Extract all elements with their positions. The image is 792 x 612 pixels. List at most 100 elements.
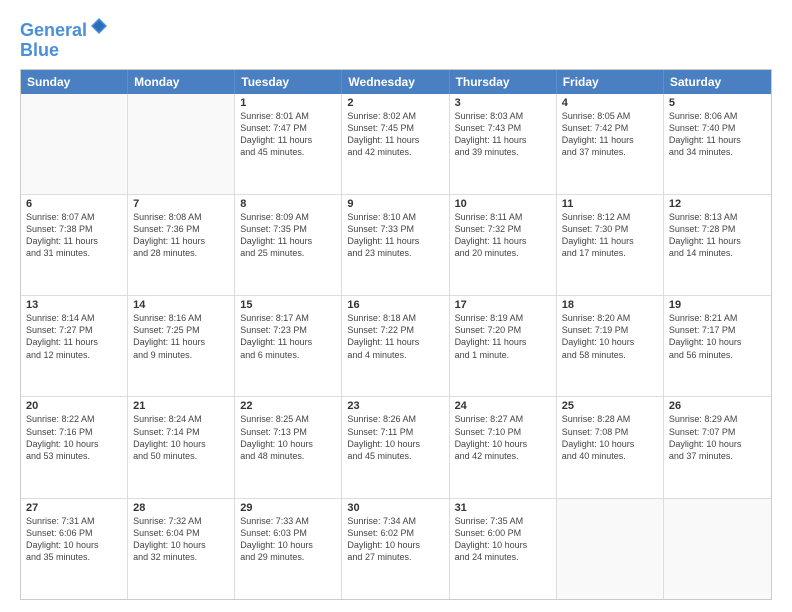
calendar-cell: 19Sunrise: 8:21 AMSunset: 7:17 PMDayligh… (664, 296, 771, 396)
cell-line: Sunrise: 8:27 AM (455, 413, 551, 425)
cell-line: Daylight: 11 hours (455, 235, 551, 247)
cell-line: Sunset: 7:13 PM (240, 426, 336, 438)
cell-line: Sunrise: 8:02 AM (347, 110, 443, 122)
cell-line: Sunset: 6:04 PM (133, 527, 229, 539)
cell-line: Daylight: 11 hours (133, 235, 229, 247)
day-number: 21 (133, 400, 229, 412)
cell-line: Daylight: 10 hours (455, 438, 551, 450)
day-number: 13 (26, 299, 122, 311)
cell-line: Sunrise: 8:07 AM (26, 211, 122, 223)
cell-line: and 14 minutes. (669, 247, 766, 259)
calendar-cell: 5Sunrise: 8:06 AMSunset: 7:40 PMDaylight… (664, 94, 771, 194)
cell-line: and 34 minutes. (669, 146, 766, 158)
cell-line: Sunrise: 7:33 AM (240, 515, 336, 527)
weekday-header: Saturday (664, 70, 771, 94)
weekday-header: Friday (557, 70, 664, 94)
day-number: 25 (562, 400, 658, 412)
cell-line: Daylight: 11 hours (26, 336, 122, 348)
cell-line: and 12 minutes. (26, 349, 122, 361)
cell-line: and 27 minutes. (347, 551, 443, 563)
calendar-cell: 18Sunrise: 8:20 AMSunset: 7:19 PMDayligh… (557, 296, 664, 396)
calendar-cell: 31Sunrise: 7:35 AMSunset: 6:00 PMDayligh… (450, 499, 557, 599)
cell-line: Daylight: 11 hours (26, 235, 122, 247)
cell-line: Sunset: 7:14 PM (133, 426, 229, 438)
calendar-cell: 10Sunrise: 8:11 AMSunset: 7:32 PMDayligh… (450, 195, 557, 295)
calendar: SundayMondayTuesdayWednesdayThursdayFrid… (20, 69, 772, 600)
cell-line: Daylight: 10 hours (347, 438, 443, 450)
weekday-header: Thursday (450, 70, 557, 94)
cell-line: Daylight: 11 hours (133, 336, 229, 348)
calendar-cell: 11Sunrise: 8:12 AMSunset: 7:30 PMDayligh… (557, 195, 664, 295)
cell-line: and 32 minutes. (133, 551, 229, 563)
cell-line: Sunrise: 8:28 AM (562, 413, 658, 425)
cell-line: Sunset: 7:45 PM (347, 122, 443, 134)
day-number: 23 (347, 400, 443, 412)
cell-line: and 29 minutes. (240, 551, 336, 563)
cell-line: Sunrise: 8:09 AM (240, 211, 336, 223)
cell-line: Daylight: 10 hours (240, 539, 336, 551)
calendar-cell: 16Sunrise: 8:18 AMSunset: 7:22 PMDayligh… (342, 296, 449, 396)
day-number: 5 (669, 97, 766, 109)
cell-line: and 24 minutes. (455, 551, 551, 563)
cell-line: Sunrise: 8:18 AM (347, 312, 443, 324)
cell-line: Daylight: 10 hours (455, 539, 551, 551)
cell-line: and 23 minutes. (347, 247, 443, 259)
cell-line: Daylight: 11 hours (455, 336, 551, 348)
weekday-header: Tuesday (235, 70, 342, 94)
cell-line: and 25 minutes. (240, 247, 336, 259)
day-number: 8 (240, 198, 336, 210)
day-number: 15 (240, 299, 336, 311)
day-number: 29 (240, 502, 336, 514)
cell-line: Daylight: 10 hours (347, 539, 443, 551)
calendar-cell: 27Sunrise: 7:31 AMSunset: 6:06 PMDayligh… (21, 499, 128, 599)
day-number: 20 (26, 400, 122, 412)
cell-line: Sunset: 7:22 PM (347, 324, 443, 336)
cell-line: and 28 minutes. (133, 247, 229, 259)
cell-line: Sunset: 7:32 PM (455, 223, 551, 235)
calendar-cell: 26Sunrise: 8:29 AMSunset: 7:07 PMDayligh… (664, 397, 771, 497)
day-number: 16 (347, 299, 443, 311)
day-number: 26 (669, 400, 766, 412)
cell-line: Sunset: 7:19 PM (562, 324, 658, 336)
cell-line: Sunset: 7:40 PM (669, 122, 766, 134)
cell-line: Daylight: 11 hours (455, 134, 551, 146)
day-number: 12 (669, 198, 766, 210)
cell-line: Sunrise: 8:25 AM (240, 413, 336, 425)
cell-line: Sunset: 7:16 PM (26, 426, 122, 438)
cell-line: Sunset: 7:42 PM (562, 122, 658, 134)
day-number: 11 (562, 198, 658, 210)
cell-line: Sunset: 7:17 PM (669, 324, 766, 336)
calendar-cell: 2Sunrise: 8:02 AMSunset: 7:45 PMDaylight… (342, 94, 449, 194)
header: General Blue (20, 16, 772, 61)
cell-line: Sunrise: 8:17 AM (240, 312, 336, 324)
day-number: 24 (455, 400, 551, 412)
calendar-cell (128, 94, 235, 194)
cell-line: Sunset: 7:08 PM (562, 426, 658, 438)
cell-line: Daylight: 10 hours (562, 336, 658, 348)
cell-line: Sunrise: 8:10 AM (347, 211, 443, 223)
cell-line: Sunrise: 8:08 AM (133, 211, 229, 223)
calendar-cell: 22Sunrise: 8:25 AMSunset: 7:13 PMDayligh… (235, 397, 342, 497)
calendar-cell: 6Sunrise: 8:07 AMSunset: 7:38 PMDaylight… (21, 195, 128, 295)
day-number: 10 (455, 198, 551, 210)
cell-line: Sunset: 7:10 PM (455, 426, 551, 438)
cell-line: and 50 minutes. (133, 450, 229, 462)
cell-line: Sunset: 7:30 PM (562, 223, 658, 235)
weekday-header: Wednesday (342, 70, 449, 94)
calendar-cell: 21Sunrise: 8:24 AMSunset: 7:14 PMDayligh… (128, 397, 235, 497)
cell-line: and 45 minutes. (240, 146, 336, 158)
cell-line: Sunrise: 8:12 AM (562, 211, 658, 223)
cell-line: Sunset: 7:20 PM (455, 324, 551, 336)
cell-line: Sunset: 7:27 PM (26, 324, 122, 336)
cell-line: Sunrise: 7:32 AM (133, 515, 229, 527)
calendar-week-row: 6Sunrise: 8:07 AMSunset: 7:38 PMDaylight… (21, 194, 771, 295)
cell-line: Daylight: 11 hours (562, 134, 658, 146)
calendar-header: SundayMondayTuesdayWednesdayThursdayFrid… (21, 70, 771, 94)
cell-line: Daylight: 10 hours (240, 438, 336, 450)
cell-line: Sunrise: 8:29 AM (669, 413, 766, 425)
cell-line: and 4 minutes. (347, 349, 443, 361)
cell-line: Sunset: 7:25 PM (133, 324, 229, 336)
cell-line: Daylight: 11 hours (669, 134, 766, 146)
day-number: 17 (455, 299, 551, 311)
cell-line: and 35 minutes. (26, 551, 122, 563)
